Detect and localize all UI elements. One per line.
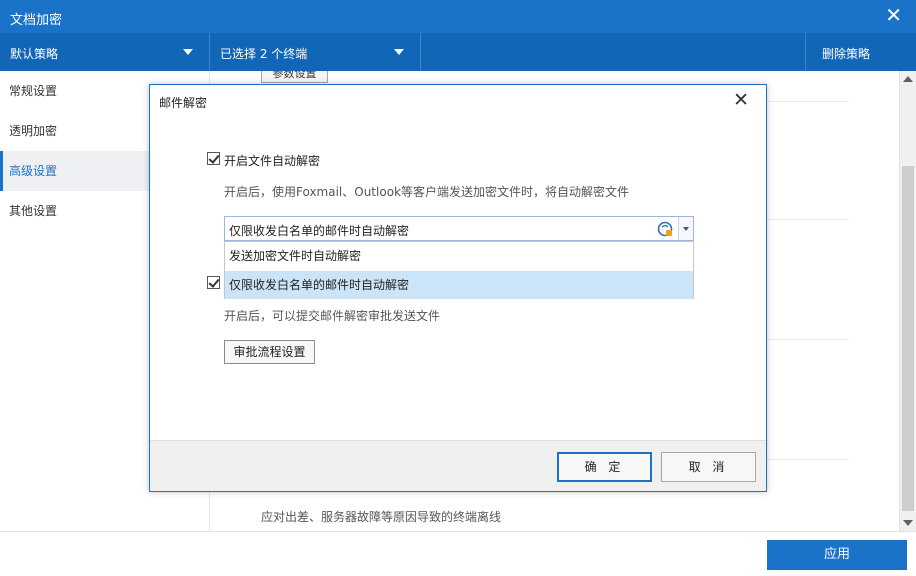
combobox-dropdown-icon[interactable] [678,217,693,240]
window-title: 文档加密 [10,13,63,28]
dialog-footer: 确 定 取 消 [150,440,766,491]
footer: 应用 [0,531,916,576]
delete-policy-button[interactable]: 删除策略 [822,45,870,62]
approval-flow-settings-button[interactable]: 审批流程设置 [224,340,315,364]
auto-decrypt-label: 开启文件自动解密 [224,154,321,168]
offline-description: 应对出差、服务器故障等原因导致的终端离线 [261,510,502,524]
cancel-button[interactable]: 取 消 [661,452,756,482]
ok-button[interactable]: 确 定 [557,452,652,482]
parameter-settings-button[interactable]: 参数设置 [261,71,328,83]
toolbar: 默认策略 已选择 2 个终端 删除策略 [0,33,916,71]
chevron-down-icon [394,49,404,55]
vertical-scrollbar[interactable] [899,71,916,531]
chevron-down-icon [183,49,193,55]
policy-select[interactable]: 默认策略 [0,33,210,71]
terminal-select[interactable]: 已选择 2 个终端 [210,33,421,71]
policy-select-label: 默认策略 [10,47,59,61]
input-method-icon [657,221,673,237]
auto-decrypt-checkbox[interactable] [207,152,220,165]
dropdown-option-selected[interactable]: 仅限收发白名单的邮件时自动解密 [225,271,693,299]
combobox-value: 仅限收发白名单的邮件时自动解密 [229,224,410,238]
decrypt-mode-dropdown-list: 发送加密文件时自动解密 仅限收发白名单的邮件时自动解密 [224,241,694,299]
dropdown-option[interactable]: 发送加密文件时自动解密 [225,242,693,270]
approval-description: 开启后，可以提交邮件解密审批发送文件 [224,309,441,323]
scroll-down-icon[interactable] [903,520,913,526]
dialog-close-icon[interactable]: ✕ [733,90,749,110]
scrollbar-thumb[interactable] [902,166,914,511]
toolbar-spacer [421,33,806,71]
scroll-up-icon[interactable] [903,76,913,82]
decrypt-mode-combobox[interactable]: 仅限收发白名单的邮件时自动解密 [224,216,694,241]
auto-decrypt-description: 开启后，使用Foxmail、Outlook等客户端发送加密文件时，将自动解密文件 [224,185,629,199]
dialog-title: 邮件解密 [159,96,208,110]
mail-decrypt-dialog: 邮件解密 ✕ 开启文件自动解密 开启后，使用Foxmail、Outlook等客户… [149,84,767,492]
terminal-select-label: 已选择 2 个终端 [220,47,308,61]
window-close-icon[interactable]: ✕ [885,5,902,25]
approval-checkbox[interactable] [207,276,220,289]
title-bar: 文档加密 ✕ [0,0,916,33]
apply-button[interactable]: 应用 [767,540,907,570]
